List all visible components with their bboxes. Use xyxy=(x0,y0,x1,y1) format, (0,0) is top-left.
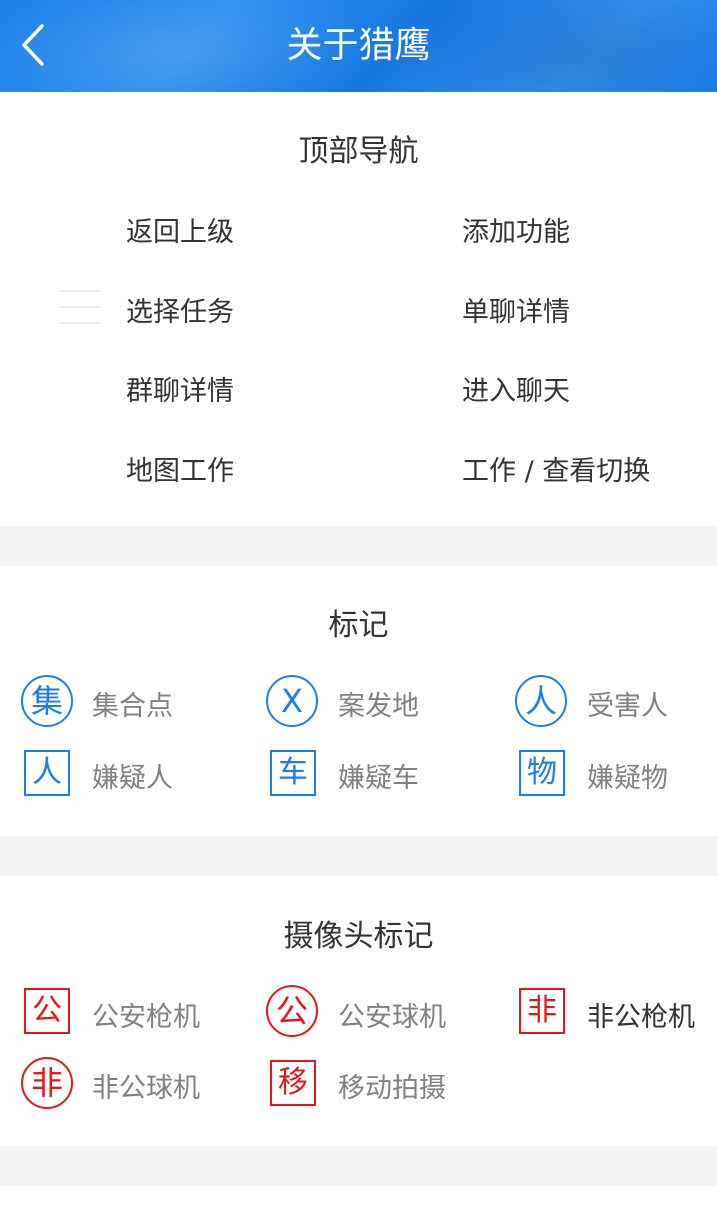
suspect-vehicle-label: 嫌疑车 xyxy=(338,763,419,794)
private-dome-camera-icon: 非 xyxy=(21,1057,73,1109)
private-bullet-camera-label: 非公枪机 xyxy=(587,1002,695,1033)
police-dome-camera-label: 公安球机 xyxy=(338,1002,446,1033)
gather-point-icon: 集 xyxy=(21,675,73,727)
section-divider xyxy=(0,1146,717,1186)
bottom-section xyxy=(0,1186,717,1226)
section-divider xyxy=(0,836,717,876)
camera-section-title: 摄像头标记 xyxy=(283,919,434,954)
marks-section-title: 标记 xyxy=(328,608,389,643)
app-header: 关于猎鹰 xyxy=(0,0,717,92)
section-divider xyxy=(0,526,717,566)
police-bullet-camera-label: 公安枪机 xyxy=(92,1002,200,1033)
suspect-vehicle-icon: 车 xyxy=(270,750,316,796)
nav-item-work-view-switch: 工作 / 查看切换 xyxy=(462,456,651,487)
nav-item-group-chat-detail: 群聊详情 xyxy=(126,376,234,407)
page-title: 关于猎鹰 xyxy=(286,25,431,66)
private-bullet-camera-icon: 非 xyxy=(519,988,565,1034)
mobile-capture-label: 移动拍摄 xyxy=(338,1073,446,1104)
victim-label: 受害人 xyxy=(587,691,668,722)
private-dome-camera-label: 非公球机 xyxy=(92,1073,200,1104)
police-bullet-camera-icon: 公 xyxy=(24,988,70,1034)
gather-point-label: 集合点 xyxy=(92,691,173,722)
suspect-person-label: 嫌疑人 xyxy=(92,763,173,794)
nav-item-single-chat-detail: 单聊详情 xyxy=(462,297,570,328)
nav-item-enter-chat: 进入聊天 xyxy=(462,376,570,407)
suspect-person-icon: 人 xyxy=(24,750,70,796)
top-nav-section-title: 顶部导航 xyxy=(298,134,419,169)
menu-lines-icon xyxy=(60,290,102,324)
suspect-object-icon: 物 xyxy=(519,750,565,796)
nav-item-back: 返回上级 xyxy=(126,217,234,248)
suspect-object-label: 嫌疑物 xyxy=(587,763,668,794)
nav-item-add-function: 添加功能 xyxy=(462,217,570,248)
crime-scene-icon: X xyxy=(266,675,318,727)
police-dome-camera-icon: 公 xyxy=(266,985,318,1037)
nav-item-map-work: 地图工作 xyxy=(126,456,234,487)
mobile-capture-icon: 移 xyxy=(270,1060,316,1106)
crime-scene-label: 案发地 xyxy=(338,691,419,722)
nav-item-select-task: 选择任务 xyxy=(126,297,234,328)
victim-icon: 人 xyxy=(515,675,567,727)
